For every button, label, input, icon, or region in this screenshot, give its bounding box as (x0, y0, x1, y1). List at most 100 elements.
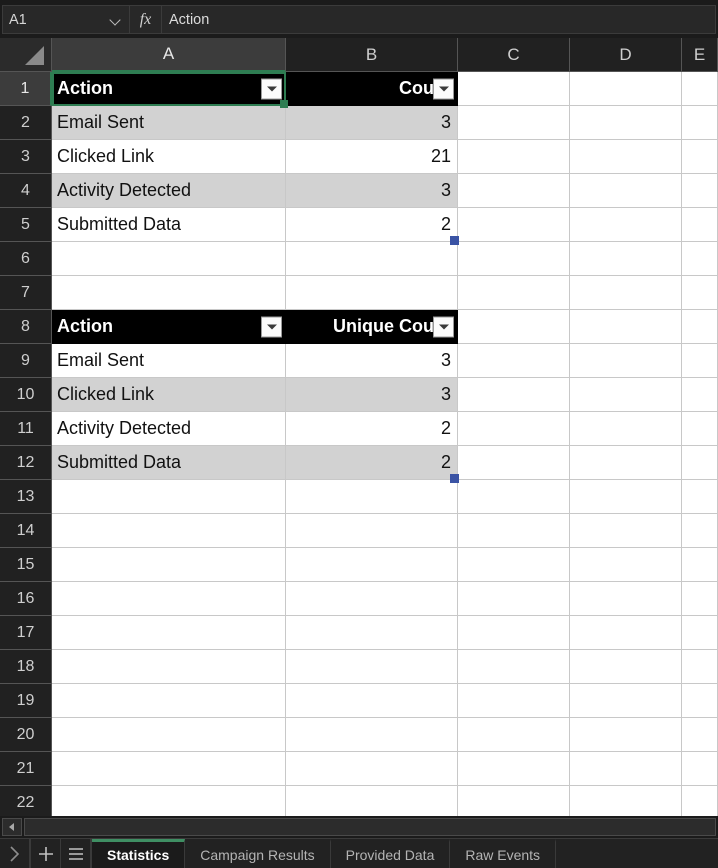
cell-A21[interactable] (52, 752, 286, 786)
cell-D19[interactable] (570, 684, 682, 718)
cell-D20[interactable] (570, 718, 682, 752)
cell-D6[interactable] (570, 242, 682, 276)
cell-A17[interactable] (52, 616, 286, 650)
row-header-4[interactable]: 4 (0, 174, 52, 208)
plus-icon[interactable] (31, 839, 61, 868)
cell-E2[interactable] (682, 106, 718, 140)
cell-D17[interactable] (570, 616, 682, 650)
cell-E17[interactable] (682, 616, 718, 650)
cell-A18[interactable] (52, 650, 286, 684)
cell-D4[interactable] (570, 174, 682, 208)
cell-C19[interactable] (458, 684, 570, 718)
cell-B5[interactable]: 2 (286, 208, 458, 242)
cell-E4[interactable] (682, 174, 718, 208)
column-header-e[interactable]: E (682, 38, 718, 72)
cell-D8[interactable] (570, 310, 682, 344)
row-header-3[interactable]: 3 (0, 140, 52, 174)
cell-C22[interactable] (458, 786, 570, 816)
filter-dropdown-icon[interactable] (261, 78, 282, 99)
filter-dropdown-icon[interactable] (261, 316, 282, 337)
cell-E3[interactable] (682, 140, 718, 174)
cell-B22[interactable] (286, 786, 458, 816)
cell-D10[interactable] (570, 378, 682, 412)
cell-A5[interactable]: Submitted Data (52, 208, 286, 242)
cell-A7[interactable] (52, 276, 286, 310)
cell-B12[interactable]: 2 (286, 446, 458, 480)
cell-A11[interactable]: Activity Detected (52, 412, 286, 446)
cell-A8[interactable]: Action (52, 310, 286, 344)
sheet-tab-campaign-results[interactable]: Campaign Results (185, 839, 331, 868)
cell-D18[interactable] (570, 650, 682, 684)
cell-C1[interactable] (458, 72, 570, 106)
cell-E7[interactable] (682, 276, 718, 310)
cell-E11[interactable] (682, 412, 718, 446)
cell-D21[interactable] (570, 752, 682, 786)
sheet-tab-statistics[interactable]: Statistics (92, 839, 186, 868)
cell-D16[interactable] (570, 582, 682, 616)
cell-B9[interactable]: 3 (286, 344, 458, 378)
cell-C12[interactable] (458, 446, 570, 480)
cell-A4[interactable]: Activity Detected (52, 174, 286, 208)
row-header-14[interactable]: 14 (0, 514, 52, 548)
cell-B14[interactable] (286, 514, 458, 548)
cell-D15[interactable] (570, 548, 682, 582)
filter-dropdown-icon[interactable] (433, 78, 454, 99)
column-header-d[interactable]: D (570, 38, 682, 72)
cell-B16[interactable] (286, 582, 458, 616)
active-cell-fill-handle[interactable] (280, 100, 288, 108)
cell-C10[interactable] (458, 378, 570, 412)
cell-D3[interactable] (570, 140, 682, 174)
row-header-18[interactable]: 18 (0, 650, 52, 684)
sheet-tab-provided-data[interactable]: Provided Data (331, 839, 451, 868)
cell-A6[interactable] (52, 242, 286, 276)
cell-D2[interactable] (570, 106, 682, 140)
cell-C7[interactable] (458, 276, 570, 310)
cell-C20[interactable] (458, 718, 570, 752)
cell-D5[interactable] (570, 208, 682, 242)
table-resize-handle[interactable] (450, 236, 459, 245)
column-header-a[interactable]: A (52, 38, 286, 72)
cell-D22[interactable] (570, 786, 682, 816)
cell-B20[interactable] (286, 718, 458, 752)
cell-B13[interactable] (286, 480, 458, 514)
select-all-corner-button[interactable] (0, 38, 52, 72)
row-header-16[interactable]: 16 (0, 582, 52, 616)
chevron-down-icon[interactable] (109, 13, 123, 27)
row-header-9[interactable]: 9 (0, 344, 52, 378)
cell-A2[interactable]: Email Sent (52, 106, 286, 140)
cell-A20[interactable] (52, 718, 286, 752)
cell-C3[interactable] (458, 140, 570, 174)
cell-A22[interactable] (52, 786, 286, 816)
cell-C4[interactable] (458, 174, 570, 208)
cell-C17[interactable] (458, 616, 570, 650)
function-wizard-button[interactable]: fx (130, 5, 162, 34)
hamburger-menu-icon[interactable] (61, 839, 91, 868)
cell-C11[interactable] (458, 412, 570, 446)
name-box[interactable]: A1 (2, 5, 130, 34)
cell-B19[interactable] (286, 684, 458, 718)
row-header-5[interactable]: 5 (0, 208, 52, 242)
cell-B6[interactable] (286, 242, 458, 276)
row-header-10[interactable]: 10 (0, 378, 52, 412)
cell-E13[interactable] (682, 480, 718, 514)
table-resize-handle[interactable] (450, 474, 459, 483)
cell-D11[interactable] (570, 412, 682, 446)
cell-A13[interactable] (52, 480, 286, 514)
column-header-c[interactable]: C (458, 38, 570, 72)
row-header-12[interactable]: 12 (0, 446, 52, 480)
row-header-19[interactable]: 19 (0, 684, 52, 718)
column-header-b[interactable]: B (286, 38, 458, 72)
cell-D13[interactable] (570, 480, 682, 514)
cell-D9[interactable] (570, 344, 682, 378)
cell-C9[interactable] (458, 344, 570, 378)
cell-E5[interactable] (682, 208, 718, 242)
cell-C2[interactable] (458, 106, 570, 140)
cell-C8[interactable] (458, 310, 570, 344)
cell-E19[interactable] (682, 684, 718, 718)
row-header-13[interactable]: 13 (0, 480, 52, 514)
cell-E12[interactable] (682, 446, 718, 480)
cell-B1[interactable]: Count (286, 72, 458, 106)
next-sheet-arrow-icon[interactable] (0, 839, 30, 868)
cell-E9[interactable] (682, 344, 718, 378)
cell-C16[interactable] (458, 582, 570, 616)
